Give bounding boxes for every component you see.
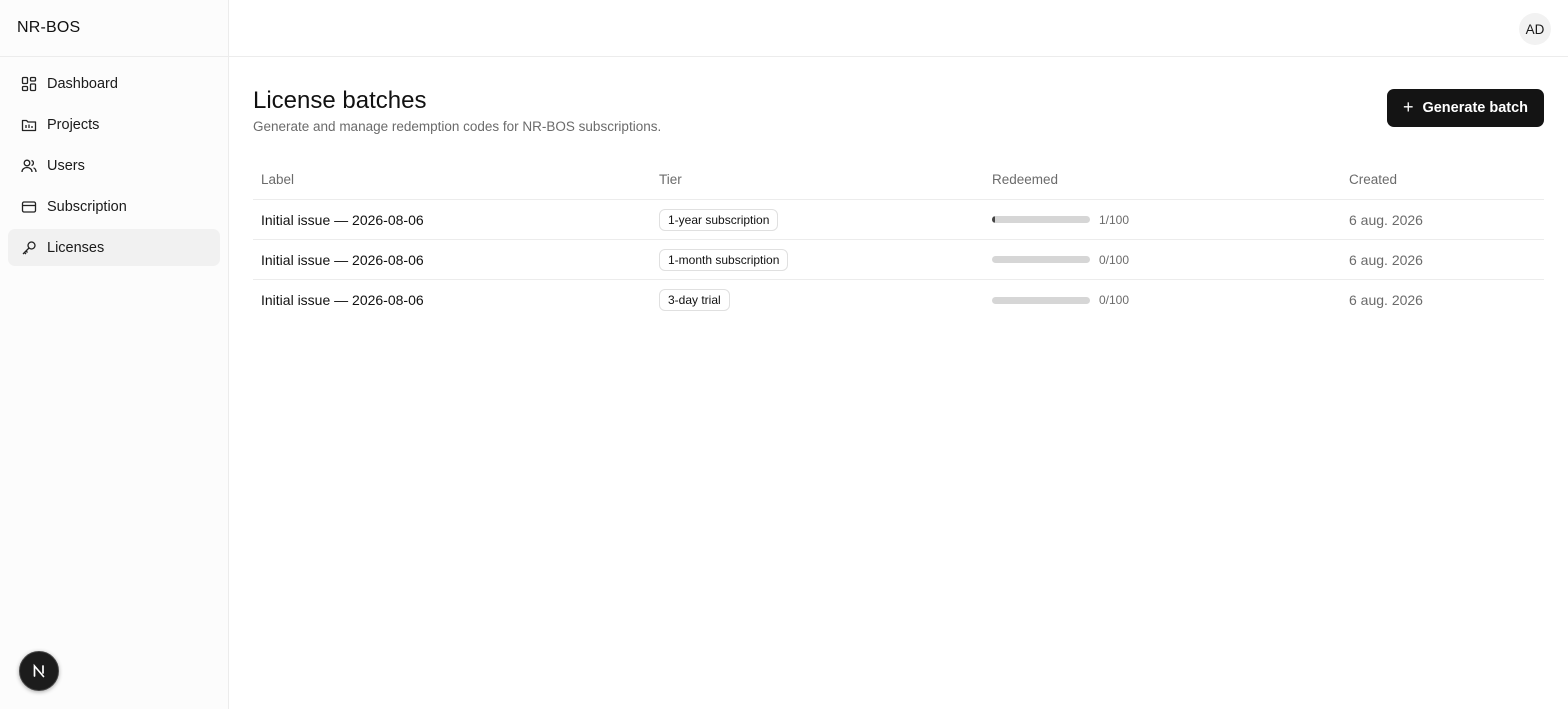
brand-logo[interactable]: NR-BOS: [0, 0, 228, 57]
avatar[interactable]: AD: [1519, 13, 1551, 45]
nextjs-dev-button[interactable]: [19, 651, 59, 691]
redeemed-progress-bar: [992, 296, 1090, 304]
column-header-redeemed: Redeemed: [992, 171, 1059, 187]
redeemed-progress-bar: [992, 256, 1090, 263]
column-header-created: Created: [1349, 171, 1398, 187]
sidebar-item-licenses[interactable]: Licenses: [8, 229, 220, 266]
redeemed-count: 0/100: [1099, 252, 1130, 267]
batch-label: Initial issue — 2026-08-06: [261, 292, 424, 308]
sidebar-item-projects[interactable]: Projects: [8, 106, 220, 143]
batch-label: Initial issue — 2026-08-06: [261, 251, 424, 268]
top-bar: AD: [229, 0, 1568, 57]
redeemed-progress-bar: [992, 216, 1090, 223]
sidebar-item-label: Subscription: [47, 198, 127, 215]
sidebar-item-label: Dashboard: [47, 75, 118, 92]
folder-icon: [21, 117, 37, 133]
license-batches-table: Label Tier Redeemed Created Initial issu…: [253, 159, 1544, 320]
key-icon: [21, 240, 37, 256]
sidebar-nav: Dashboard Projects Users Subscription Li…: [0, 57, 228, 278]
sidebar-item-dashboard[interactable]: Dashboard: [8, 65, 220, 102]
table-header-row: Label Tier Redeemed Created: [253, 159, 1544, 200]
tier-badge: 1-month subscription: [659, 248, 789, 271]
nextjs-icon: [33, 663, 45, 678]
sidebar-item-users[interactable]: Users: [8, 147, 220, 184]
created-date: 6 aug. 2026: [1349, 211, 1423, 228]
page-subtitle: Generate and manage redemption codes for…: [253, 119, 662, 134]
users-icon: [21, 158, 37, 174]
tier-badge: 1-year subscription: [659, 208, 779, 231]
redeemed-count: 0/100: [1099, 293, 1130, 307]
batch-label: Initial issue — 2026-08-06: [261, 211, 424, 228]
sidebar-item-label: Users: [47, 157, 85, 174]
created-date: 6 aug. 2026: [1349, 251, 1423, 268]
created-date: 6 aug. 2026: [1349, 292, 1423, 308]
sidebar: NR-BOS Dashboard Projects Users Subscrip…: [0, 0, 229, 709]
table-row[interactable]: Initial issue — 2026-08-06 1-year subscr…: [253, 200, 1544, 240]
sidebar-item-label: Licenses: [47, 239, 105, 256]
sidebar-item-label: Projects: [47, 116, 100, 133]
generate-batch-button[interactable]: + Generate batch: [1387, 89, 1544, 127]
generate-batch-label: Generate batch: [1422, 100, 1529, 116]
table-row[interactable]: Initial issue — 2026-08-06 3-day trial 0…: [253, 280, 1544, 320]
dashboard-icon: [21, 76, 37, 92]
plus-icon: +: [1402, 97, 1414, 117]
column-header-label: Label: [261, 171, 295, 187]
page-title: License batches: [253, 87, 427, 114]
redeemed-count: 1/100: [1099, 212, 1130, 227]
credit-card-icon: [21, 199, 37, 215]
table-row[interactable]: Initial issue — 2026-08-06 1-month subsc…: [253, 240, 1544, 280]
tier-badge: 3-day trial: [659, 289, 730, 311]
sidebar-item-subscription[interactable]: Subscription: [8, 188, 220, 225]
column-header-tier: Tier: [659, 171, 682, 187]
